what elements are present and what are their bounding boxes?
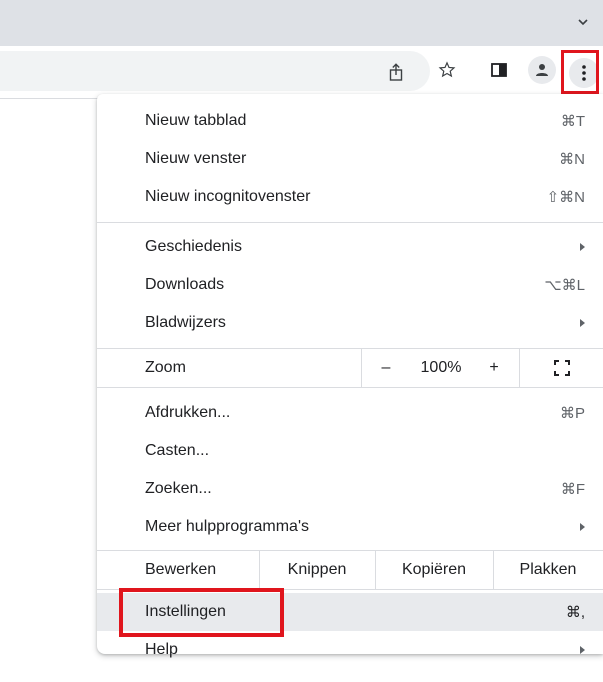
submenu-arrow-icon — [580, 646, 585, 654]
chrome-main-menu: Nieuw tabblad ⌘T Nieuw venster ⌘N Nieuw … — [97, 94, 603, 658]
menu-item-label: Help — [145, 641, 178, 658]
menu-item-label: Downloads — [145, 276, 225, 293]
menu-item-label: Nieuw incognitovenster — [145, 188, 311, 205]
menu-button-annotation — [561, 50, 599, 94]
menu-item-label: Zoeken... — [145, 480, 212, 497]
side-panel-icon[interactable] — [485, 56, 513, 84]
menu-divider — [97, 387, 603, 388]
menu-item-label: Geschiedenis — [145, 238, 242, 255]
menu-item-cast[interactable]: Casten... — [97, 432, 603, 470]
menu-item-new-incognito-window[interactable]: Nieuw incognitovenster ⇧⌘N — [97, 178, 603, 216]
menu-item-label: Nieuw tabblad — [145, 112, 247, 129]
menu-item-bookmarks[interactable]: Bladwijzers — [97, 304, 603, 342]
menu-item-new-tab[interactable]: Nieuw tabblad ⌘T — [97, 102, 603, 140]
tab-strip — [0, 0, 603, 46]
zoom-level: 100% — [420, 359, 462, 376]
menu-item-more-tools[interactable]: Meer hulpprogramma's — [97, 508, 603, 546]
menu-divider — [97, 222, 603, 223]
menu-zoom-row: Zoom – 100% + — [97, 349, 603, 387]
menu-item-print[interactable]: Afdrukken... ⌘P — [97, 394, 603, 432]
browser-toolbar — [0, 46, 603, 99]
submenu-arrow-icon — [580, 243, 585, 251]
menu-item-new-window[interactable]: Nieuw venster ⌘N — [97, 140, 603, 178]
zoom-label: Zoom — [145, 359, 186, 376]
settings-annotation — [119, 588, 284, 637]
profile-icon[interactable] — [528, 56, 556, 84]
menu-item-find[interactable]: Zoeken... ⌘F — [97, 470, 603, 508]
share-icon[interactable] — [386, 62, 406, 82]
menu-item-shortcut: ⇧⌘N — [546, 189, 585, 206]
menu-item-shortcut: ⌘T — [560, 113, 585, 130]
cut-button[interactable]: Knippen — [259, 551, 375, 589]
menu-item-shortcut: ⌘F — [560, 481, 585, 498]
submenu-arrow-icon — [580, 319, 585, 327]
menu-item-history[interactable]: Geschiedenis — [97, 228, 603, 266]
zoom-divider — [519, 349, 520, 387]
menu-item-label: Casten... — [145, 442, 210, 459]
menu-edit-row: Bewerken Knippen Kopiëren Plakken — [97, 551, 603, 589]
menu-item-label: Meer hulpprogramma's — [145, 518, 310, 535]
address-bar[interactable] — [0, 51, 430, 91]
submenu-arrow-icon — [580, 523, 585, 531]
menu-item-shortcut: ⌥⌘L — [544, 277, 585, 294]
menu-item-downloads[interactable]: Downloads ⌥⌘L — [97, 266, 603, 304]
paste-button[interactable]: Plakken — [493, 551, 603, 589]
zoom-in-button[interactable]: + — [479, 349, 509, 387]
menu-item-shortcut: ⌘N — [559, 151, 585, 168]
menu-item-shortcut: ⌘P — [559, 405, 585, 422]
menu-item-label: Bladwijzers — [145, 314, 226, 331]
edit-label: Bewerken — [145, 561, 217, 578]
menu-item-shortcut: ⌘, — [565, 604, 585, 621]
menu-item-label: Nieuw venster — [145, 150, 247, 167]
fullscreen-icon[interactable] — [547, 349, 577, 387]
zoom-out-button[interactable]: – — [371, 349, 401, 387]
tab-search-chevron-icon[interactable] — [573, 12, 593, 32]
copy-button[interactable]: Kopiëren — [375, 551, 493, 589]
menu-item-label: Afdrukken... — [145, 404, 231, 421]
bookmark-star-icon[interactable] — [433, 56, 461, 84]
zoom-divider — [361, 349, 362, 387]
